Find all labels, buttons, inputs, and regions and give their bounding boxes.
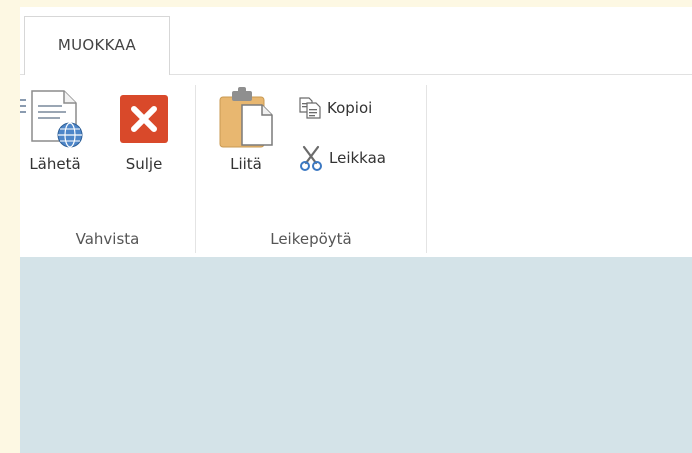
- app-frame: MUOKKAA Lähetä Sulje Vahvista Liitä Kopi…: [20, 7, 692, 453]
- copy-icon: [299, 97, 321, 119]
- copy-button-label: Kopioi: [327, 99, 373, 117]
- send-document-globe-icon: [20, 90, 83, 148]
- content-area: [20, 257, 692, 453]
- cut-button[interactable]: Leikkaa: [298, 145, 386, 171]
- close-x-icon: [120, 95, 168, 143]
- group-label-vahvista: Vahvista: [75, 230, 140, 248]
- paste-clipboard-icon: [219, 87, 273, 148]
- ribbon-tabstrip: MUOKKAA: [20, 7, 692, 76]
- scissors-icon: [300, 145, 322, 171]
- cut-button-label: Leikkaa: [329, 149, 386, 167]
- send-button-label: Lähetä: [29, 155, 81, 173]
- copy-button[interactable]: Kopioi: [298, 95, 372, 121]
- paste-button-label: Liitä: [230, 155, 262, 173]
- group-divider: [426, 85, 427, 253]
- paste-button[interactable]: Liitä: [216, 81, 276, 173]
- close-button-label: Sulje: [125, 155, 163, 173]
- group-divider: [195, 85, 196, 253]
- close-button[interactable]: Sulje: [116, 81, 172, 173]
- tab-muokkaa[interactable]: MUOKKAA: [24, 16, 170, 76]
- group-label-leikepoyta: Leikepöytä: [270, 230, 352, 248]
- ribbon-panel: Lähetä Sulje Vahvista Liitä Kopioi Leikk…: [20, 75, 692, 257]
- send-button[interactable]: Lähetä: [20, 81, 90, 173]
